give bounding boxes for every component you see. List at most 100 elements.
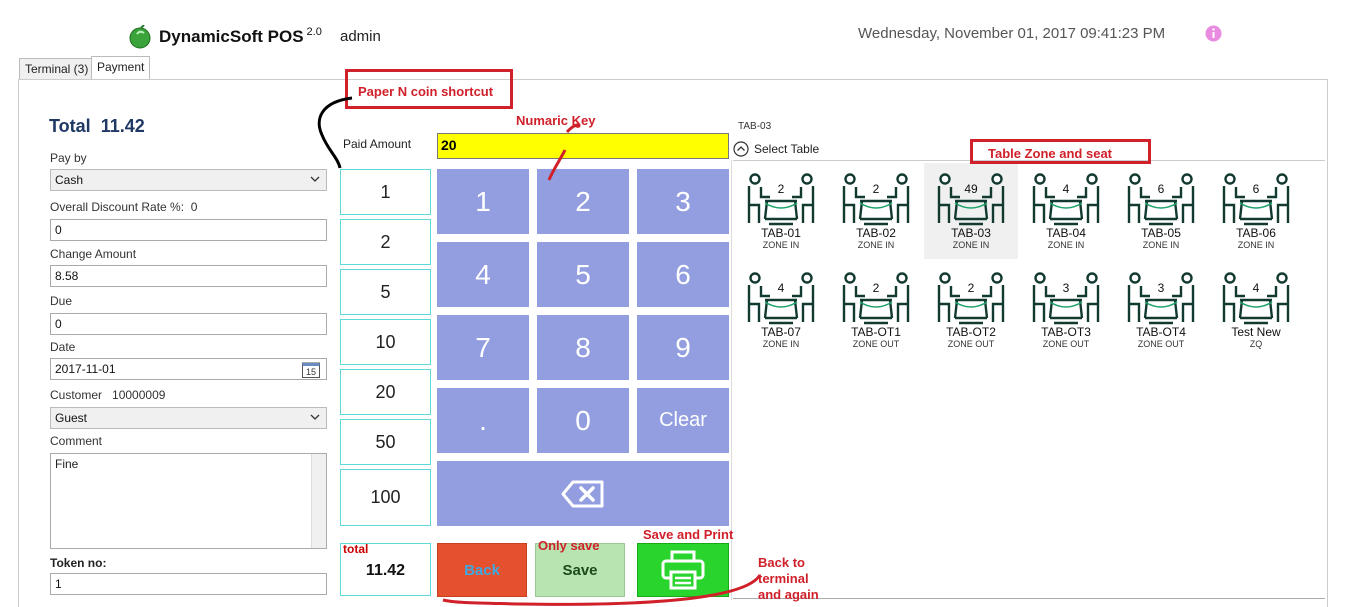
- save-print-button[interactable]: [637, 543, 729, 597]
- table-name: TAB-OT2: [946, 325, 996, 339]
- backspace-button[interactable]: [437, 461, 729, 526]
- info-icon[interactable]: [1205, 25, 1222, 42]
- pay-by-value: Cash: [55, 173, 84, 187]
- annotation-coin-shortcut: Paper N coin shortcut: [345, 69, 513, 109]
- coin-button-50[interactable]: 50: [340, 419, 431, 465]
- key-7[interactable]: 7: [437, 315, 529, 380]
- customer-value: Guest: [55, 411, 88, 425]
- table-zone: ZONE IN: [1142, 240, 1180, 250]
- key-6[interactable]: 6: [637, 242, 729, 307]
- table-seat-count: 3: [1157, 281, 1165, 295]
- paid-amount-input[interactable]: 20: [437, 133, 729, 159]
- calendar-day: 15: [306, 367, 316, 377]
- table-zone: ZONE OUT: [852, 339, 900, 349]
- table-name: TAB-OT4: [1136, 325, 1186, 339]
- printer-icon: [661, 550, 705, 590]
- key-9[interactable]: 9: [637, 315, 729, 380]
- table-item[interactable]: 4 TAB-07 ZONE IN: [734, 262, 828, 358]
- change-amount-input[interactable]: 8.58: [50, 265, 327, 287]
- table-seat-count: 2: [967, 281, 975, 295]
- table-item[interactable]: 2 TAB-OT2 ZONE OUT: [924, 262, 1018, 358]
- table-name: TAB-05: [1141, 226, 1181, 240]
- paid-amount-label: Paid Amount: [343, 137, 412, 151]
- coin-button-20[interactable]: 20: [340, 369, 431, 415]
- select-table-label: Select Table: [754, 142, 820, 156]
- chevron-down-icon: [310, 414, 320, 420]
- table-item[interactable]: 6 TAB-06 ZONE IN: [1209, 163, 1303, 259]
- due-input[interactable]: 0: [50, 313, 327, 335]
- app-version: 2.0: [306, 26, 322, 38]
- comment-scrollbar[interactable]: [311, 454, 326, 548]
- total-value: 11.42: [100, 116, 145, 136]
- table-seat-count: 4: [1252, 281, 1260, 295]
- app-name: DynamicSoft POS: [159, 27, 304, 46]
- token-input[interactable]: 1: [50, 573, 327, 595]
- key-4[interactable]: 4: [437, 242, 529, 307]
- key-dot[interactable]: .: [437, 388, 529, 453]
- coin-button-1[interactable]: 1: [340, 169, 431, 215]
- annotation-only-save: Only save: [538, 538, 600, 553]
- table-zone: ZQ: [1249, 339, 1263, 349]
- table-seat-count: 4: [1062, 182, 1070, 196]
- coin-button-5[interactable]: 5: [340, 269, 431, 315]
- table-name: TAB-06: [1236, 226, 1276, 240]
- table-name: TAB-01: [761, 226, 801, 240]
- table-seat-count: 4: [777, 281, 785, 295]
- table-seat-count: 6: [1157, 182, 1165, 196]
- coin-button-10[interactable]: 10: [340, 319, 431, 365]
- key-0[interactable]: 0: [537, 388, 629, 453]
- current-datetime: Wednesday, November 01, 2017 09:41:23 PM: [858, 25, 1166, 42]
- table-zone: ZONE OUT: [1137, 339, 1185, 349]
- table-zone: ZONE IN: [952, 240, 990, 250]
- customer-id: 10000009: [112, 388, 166, 402]
- key-8[interactable]: 8: [537, 315, 629, 380]
- coin-button-2[interactable]: 2: [340, 219, 431, 265]
- key-1[interactable]: 1: [437, 169, 529, 234]
- key-5[interactable]: 5: [537, 242, 629, 307]
- table-name: TAB-02: [856, 226, 896, 240]
- customer-select[interactable]: Guest: [50, 407, 327, 429]
- coin-button-100[interactable]: 100: [340, 469, 431, 526]
- key-2[interactable]: 2: [537, 169, 629, 234]
- table-name: TAB-OT3: [1041, 325, 1091, 339]
- calendar-icon[interactable]: 15: [302, 361, 320, 378]
- table-name: Test New: [1231, 325, 1281, 339]
- pay-by-select[interactable]: Cash: [50, 169, 327, 191]
- date-picker[interactable]: 2017-11-01 15: [50, 358, 327, 380]
- table-name: TAB-07: [761, 325, 801, 339]
- keypad-total-value: 11.42: [365, 562, 406, 579]
- table-item[interactable]: 3 TAB-OT4 ZONE OUT: [1114, 262, 1208, 358]
- table-item[interactable]: 2 TAB-01 ZONE IN: [734, 163, 828, 259]
- table-item[interactable]: 49 TAB-03 ZONE IN: [924, 163, 1018, 259]
- keypad-total-label: total: [343, 542, 369, 556]
- discount-rate: 0: [190, 200, 198, 214]
- back-button[interactable]: Back: [437, 543, 527, 597]
- key-clear[interactable]: Clear: [637, 388, 729, 453]
- table-item[interactable]: 2 TAB-OT1 ZONE OUT: [829, 262, 923, 358]
- select-table-toggle[interactable]: Select Table: [733, 141, 819, 157]
- discount-input[interactable]: 0: [50, 219, 327, 241]
- backspace-icon: [561, 480, 604, 507]
- comment-textarea[interactable]: Fine: [50, 453, 327, 549]
- due-label: Due: [50, 294, 73, 308]
- token-label: Token no:: [50, 556, 107, 570]
- table-name: TAB-OT1: [851, 325, 901, 339]
- table-item[interactable]: 4 TAB-04 ZONE IN: [1019, 163, 1113, 259]
- bottom-divider: [733, 598, 1325, 599]
- app-title: DynamicSoft POS 2.0: [159, 26, 322, 47]
- table-item[interactable]: 6 TAB-05 ZONE IN: [1114, 163, 1208, 259]
- table-seat-count: 2: [777, 182, 785, 196]
- table-name: TAB-04: [1046, 226, 1086, 240]
- table-item[interactable]: 2 TAB-02 ZONE IN: [829, 163, 923, 259]
- table-item[interactable]: 3 TAB-OT3 ZONE OUT: [1019, 262, 1113, 358]
- annotation-table-zone: Table Zone and seat: [970, 139, 1151, 164]
- customer-label: Customer: [50, 388, 103, 402]
- tab-terminal[interactable]: Terminal (3): [19, 58, 95, 79]
- table-zone: ZONE IN: [857, 240, 895, 250]
- table-seat-count: 2: [872, 281, 880, 295]
- change-label: Change Amount: [50, 247, 137, 261]
- table-seat-count: 49: [964, 182, 978, 196]
- key-3[interactable]: 3: [637, 169, 729, 234]
- table-item[interactable]: 4 Test New ZQ: [1209, 262, 1303, 358]
- tab-payment[interactable]: Payment: [91, 56, 151, 79]
